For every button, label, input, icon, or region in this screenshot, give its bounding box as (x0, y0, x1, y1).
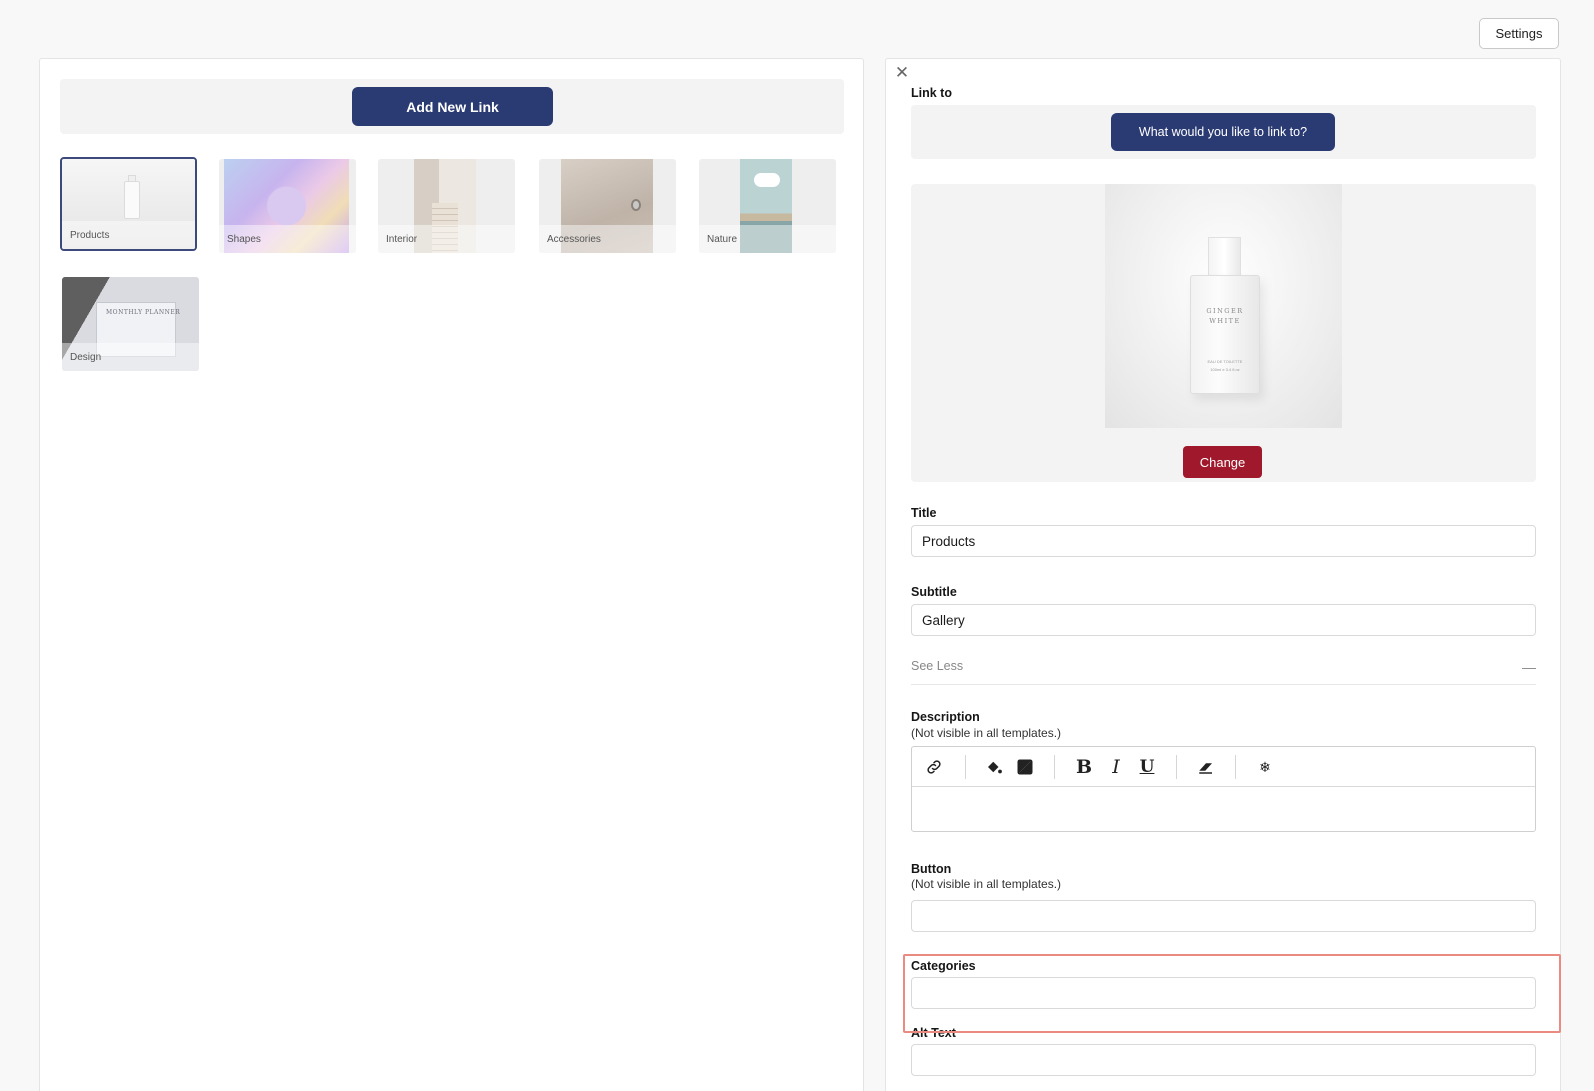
button-input[interactable] (911, 900, 1536, 932)
eraser-icon[interactable] (1194, 755, 1218, 779)
preview-image: GINGER WHITE EAU DE TOILETTE 100ml e 3.4 f… (1105, 184, 1342, 428)
description-textarea[interactable] (912, 787, 1535, 832)
button-label: Button (911, 862, 952, 876)
categories-input[interactable] (911, 977, 1536, 1009)
tile-label: Shapes (219, 225, 356, 253)
close-icon[interactable]: ✕ (894, 64, 910, 81)
tile-label: Design (62, 343, 199, 371)
subtitle-label: Subtitle (911, 585, 957, 599)
tile-label: Interior (378, 225, 515, 253)
button-note: (Not visible in all templates.) (911, 877, 1062, 891)
link-to-bar: What would you like to link to? (911, 105, 1536, 159)
description-label: Description (911, 710, 980, 724)
alt-text-label: Alt Text (911, 1026, 956, 1040)
link-tile-shapes[interactable]: Shapes (219, 159, 356, 253)
description-note: (Not visible in all templates.) (911, 726, 1062, 740)
categories-label: Categories (911, 959, 976, 973)
bold-icon[interactable]: B (1072, 755, 1096, 779)
tile-label: Accessories (539, 225, 676, 253)
collapse-icon: — (1522, 659, 1536, 675)
link-to-label: Link to (911, 86, 952, 100)
see-less-label: See Less (911, 659, 964, 673)
snowflake-icon[interactable]: ❄ (1253, 755, 1277, 779)
add-new-link-button[interactable]: Add New Link (352, 87, 553, 126)
contrast-icon[interactable] (1013, 755, 1037, 779)
underline-icon[interactable]: U (1135, 755, 1159, 779)
fill-color-icon[interactable] (982, 755, 1006, 779)
links-panel: Add New Link Products Shapes Interior Ac… (39, 58, 864, 1091)
link-tile-design[interactable]: MONTHLY PLANNER Design (62, 277, 199, 371)
title-label: Title (911, 506, 937, 520)
link-icon[interactable] (922, 755, 946, 779)
subtitle-input[interactable]: Gallery (911, 604, 1536, 636)
description-editor: B I U ❄ (911, 746, 1536, 832)
see-less-toggle[interactable]: See Less — (911, 659, 1536, 685)
italic-icon[interactable]: I (1104, 755, 1128, 779)
tile-label: Nature (699, 225, 836, 253)
link-tile-products[interactable]: Products (60, 157, 197, 251)
link-to-button[interactable]: What would you like to link to? (1111, 113, 1335, 151)
alt-text-input[interactable] (911, 1044, 1536, 1076)
change-image-button[interactable]: Change (1183, 446, 1262, 478)
image-preview: GINGER WHITE EAU DE TOILETTE 100ml e 3.4 f… (911, 184, 1536, 482)
add-link-bar: Add New Link (60, 79, 844, 134)
title-input[interactable]: Products (911, 525, 1536, 557)
link-tile-nature[interactable]: Nature (699, 159, 836, 253)
tile-label: Products (62, 221, 195, 249)
link-tile-accessories[interactable]: Accessories (539, 159, 676, 253)
settings-button[interactable]: Settings (1479, 18, 1559, 49)
link-editor-panel: ✕ Link to What would you like to link to… (885, 58, 1561, 1091)
editor-toolbar: B I U ❄ (912, 747, 1535, 787)
link-tile-interior[interactable]: Interior (378, 159, 515, 253)
